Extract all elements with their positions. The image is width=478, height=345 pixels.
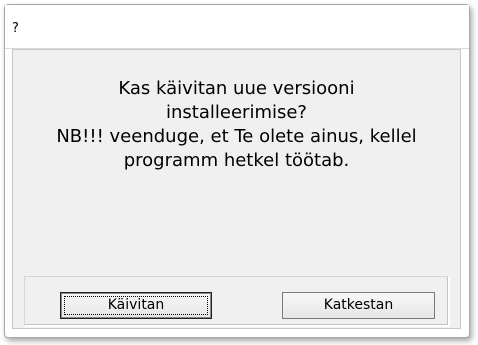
message-line: programm hetkel töötab.	[123, 150, 350, 171]
title-bar[interactable]: ?	[5, 5, 469, 49]
dialog-window: ? Kas käivitan uue versiooni installeeri…	[4, 4, 470, 338]
button-group: Käivitan Katkestan	[24, 276, 449, 326]
message-line: Kas käivitan uue versiooni	[118, 78, 355, 99]
message-line: NB!!! veenduge, et Te olete ainus, kelle…	[56, 126, 417, 147]
confirm-button-label: Käivitan	[107, 297, 165, 313]
cancel-button[interactable]: Katkestan	[282, 292, 435, 319]
confirm-button[interactable]: Käivitan	[60, 292, 212, 319]
message-line: installeerimise?	[166, 102, 307, 123]
cancel-button-label: Katkestan	[323, 297, 394, 313]
dialog-message: Kas käivitan uue versiooni installeerimi…	[13, 77, 460, 173]
dialog-body: Kas käivitan uue versiooni installeerimi…	[12, 49, 461, 329]
dialog-title: ?	[12, 21, 19, 36]
